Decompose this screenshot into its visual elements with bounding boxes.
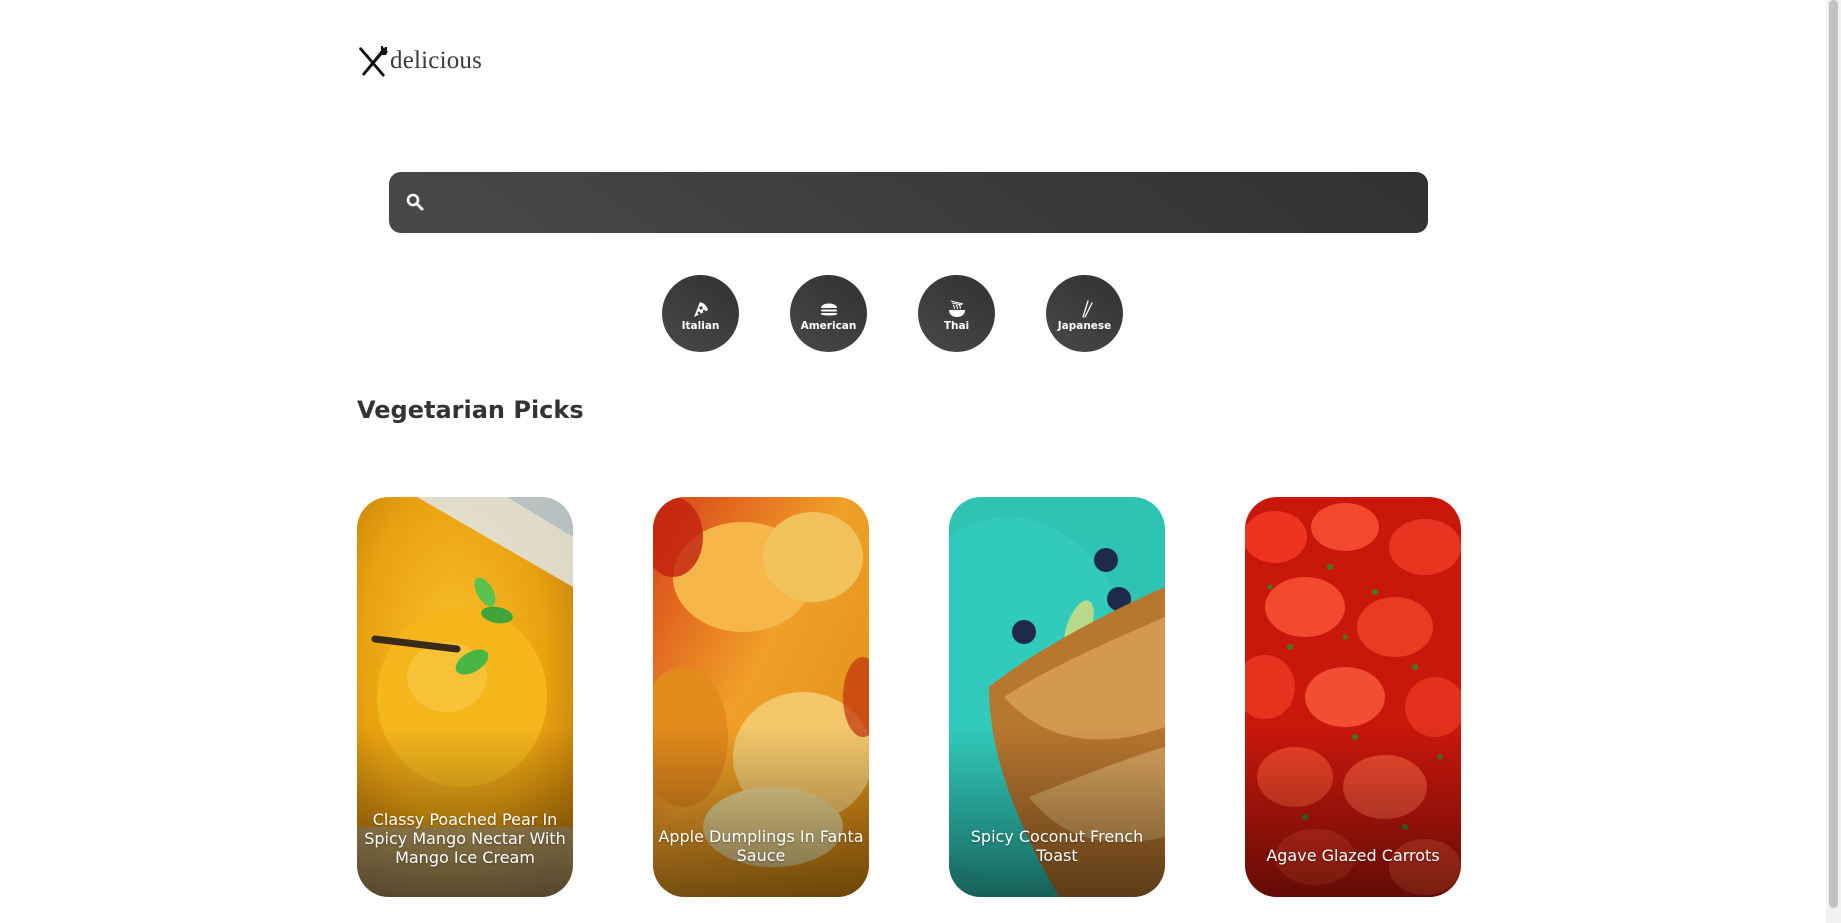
category-label: Thai: [943, 320, 970, 332]
card-overlay: [949, 727, 1165, 897]
recipe-title: Classy Poached Pear In Spicy Mango Necta…: [364, 810, 566, 867]
search-input[interactable]: [439, 172, 1423, 235]
recipe-list: Classy Poached Pear In Spicy Mango Necta…: [357, 497, 1461, 897]
chopsticks-icon: [1081, 300, 1093, 318]
category-list: Italian American Thai Japanese: [662, 275, 1123, 352]
page: delicious Italian American Thai Japanese…: [0, 0, 1841, 923]
recipe-card[interactable]: Apple Dumplings In Fanta Sauce: [653, 497, 869, 897]
recipe-title: Apple Dumplings In Fanta Sauce: [658, 827, 864, 865]
recipe-title: Spicy Coconut French Toast: [970, 827, 1144, 865]
recipe-card[interactable]: Classy Poached Pear In Spicy Mango Necta…: [357, 497, 573, 897]
category-label: Japanese: [1057, 320, 1112, 332]
category-thai[interactable]: Thai: [918, 275, 995, 352]
category-italian[interactable]: Italian: [662, 275, 739, 352]
brand-logo[interactable]: delicious: [357, 44, 482, 78]
search-bar[interactable]: [389, 172, 1428, 235]
recipe-title: Agave Glazed Carrots: [1266, 846, 1440, 865]
pizza-icon: [693, 302, 708, 317]
recipe-card[interactable]: Spicy Coconut French Toast: [949, 497, 1165, 897]
hamburger-icon: [820, 303, 837, 316]
card-overlay: [1245, 727, 1461, 897]
category-label: American: [800, 320, 857, 332]
scrollbar-thumb[interactable]: [1829, 0, 1838, 908]
category-american[interactable]: American: [790, 275, 867, 352]
section-title: Vegetarian Picks: [357, 396, 584, 424]
noodle-bowl-icon: [948, 300, 965, 317]
category-label: Italian: [681, 320, 720, 332]
fork-knife-crossed-icon: [359, 46, 388, 77]
recipe-card[interactable]: Agave Glazed Carrots: [1245, 497, 1461, 897]
category-japanese[interactable]: Japanese: [1046, 275, 1123, 352]
page-scrollbar[interactable]: [1826, 0, 1841, 923]
card-overlay: [653, 727, 869, 897]
search-icon: [406, 193, 424, 211]
brand-name: delicious: [390, 47, 483, 74]
